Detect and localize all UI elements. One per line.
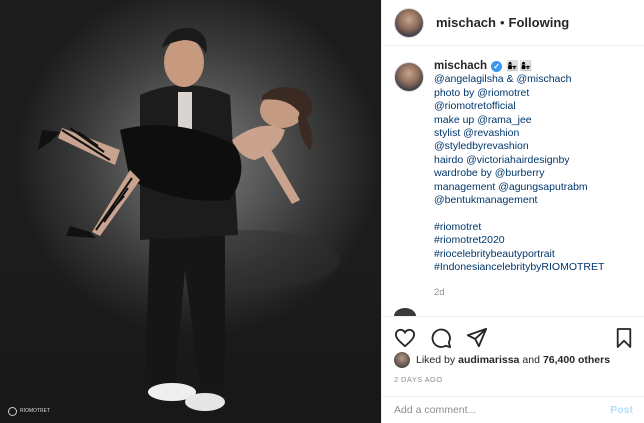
caption-line[interactable]: @angelagilsha & @mischach: [434, 73, 604, 86]
heart-icon[interactable]: [394, 327, 416, 349]
caption-hashtag[interactable]: #riocelebritybeautyportrait: [434, 248, 604, 261]
post-side-panel: mischach • Following mischach ✓ 👩‍👧👩‍👧 @…: [381, 0, 644, 423]
likes-and: and: [522, 354, 540, 366]
post-caption: mischach ✓ 👩‍👧👩‍👧 @angelagilsha & @misch…: [394, 60, 639, 305]
caption-line[interactable]: hairdo @victoriahairdesignby: [434, 154, 604, 167]
post-timestamp[interactable]: 2 DAYS AGO: [394, 375, 442, 384]
caption-hashtag[interactable]: #riomotret2020: [434, 234, 604, 247]
post-header: mischach • Following: [382, 0, 644, 46]
liker-username[interactable]: audimarissa: [458, 354, 519, 366]
caption-header: mischach ✓ 👩‍👧👩‍👧: [434, 60, 604, 73]
caption-line[interactable]: wardrobe by @burberry: [434, 167, 604, 180]
caption-line[interactable]: @riomotretofficial: [434, 100, 604, 113]
caption-line[interactable]: make up @rama_jee: [434, 114, 604, 127]
author-avatar[interactable]: [394, 7, 424, 38]
caption-hashtag[interactable]: #IndonesiancelebritybyRIOMOTRET: [434, 261, 604, 274]
likes-count[interactable]: 76,400 others: [543, 354, 610, 366]
author-username[interactable]: mischach: [436, 15, 496, 30]
following-button[interactable]: Following: [509, 15, 570, 30]
caption-avatar[interactable]: [394, 62, 424, 92]
bookmark-icon[interactable]: [613, 327, 635, 349]
caption-line[interactable]: stylist @revashion: [434, 127, 604, 140]
share-icon[interactable]: [466, 327, 488, 349]
header-separator: •: [499, 15, 505, 30]
comment-input[interactable]: Add a comment...: [394, 404, 610, 416]
verified-badge-icon: ✓: [491, 61, 503, 73]
photo-watermark: RIOMOTRET: [8, 403, 50, 419]
caption-line[interactable]: management @agungsaputrabm: [434, 181, 604, 194]
watermark-text: RIOMOTRET: [20, 408, 50, 414]
post-comment-button[interactable]: Post: [610, 404, 633, 416]
likes-prefix: Liked by: [416, 354, 456, 366]
caption-line[interactable]: @styledbyrevashion: [434, 140, 604, 153]
caption-body: mischach ✓ 👩‍👧👩‍👧 @angelagilsha & @misch…: [434, 60, 604, 305]
caption-line[interactable]: photo by @riomotret: [434, 87, 604, 100]
comment-icon[interactable]: [430, 327, 452, 349]
photo-illustration: [38, 27, 340, 411]
comment-avatar: [394, 308, 416, 316]
caption-line[interactable]: @bentukmanagement: [434, 194, 604, 207]
liker-avatar[interactable]: [394, 352, 410, 368]
caption-time[interactable]: 2d: [434, 286, 604, 299]
caption-username[interactable]: mischach: [434, 60, 487, 73]
caption-emoji: 👩‍👧👩‍👧: [506, 61, 533, 72]
caption-text: @angelagilsha & @mischach photo by @riom…: [434, 73, 604, 274]
next-comment-peek: [394, 308, 639, 316]
comment-box: Add a comment... Post: [382, 396, 644, 423]
caption-hashtag[interactable]: #riomotret: [434, 221, 604, 234]
post-photo[interactable]: RIOMOTRET: [0, 0, 381, 423]
likes-summary: Liked by audimarissa and 76,400 others: [394, 350, 613, 370]
watermark-logo-icon: [8, 406, 17, 416]
